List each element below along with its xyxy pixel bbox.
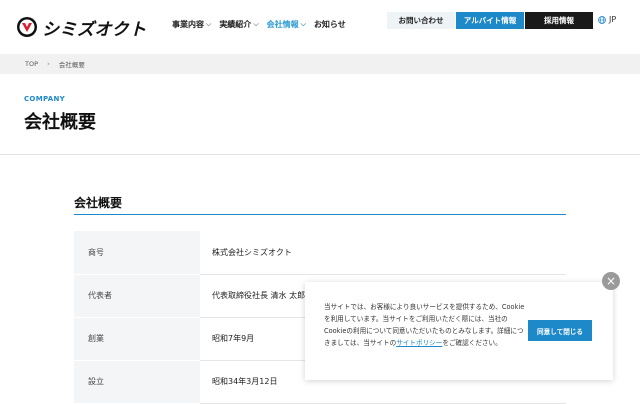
chevron-down-icon: ⌵ (300, 20, 306, 28)
close-icon[interactable]: × (602, 272, 620, 290)
nav-item-works[interactable]: 実績紹介 ⌵ (219, 19, 258, 30)
site-header: シミズオクト 事業内容 ⌵ 実績紹介 ⌵ 会社情報 ⌵ お知らせ お問い合わせ アルバ… (0, 0, 640, 54)
cookie-banner: 当サイトでは、お客様により良いサービスを提供するため、Cookieを利用していま… (305, 282, 613, 380)
nav-item-label: 会社情報 (266, 20, 299, 29)
nav-item-label: 実績紹介 (219, 20, 252, 29)
globe-icon (598, 15, 606, 24)
language-label: JP (609, 15, 617, 24)
row-label: 代表者 (74, 274, 200, 318)
row-label: 創業 (74, 317, 200, 361)
nav-item-business[interactable]: 事業内容 ⌵ (172, 19, 211, 30)
chevron-down-icon: ⌵ (253, 20, 259, 28)
contact-button[interactable]: お問い合わせ (387, 12, 455, 29)
main-nav: 事業内容 ⌵ 実績紹介 ⌵ 会社情報 ⌵ お知らせ (172, 19, 346, 30)
logo-emblem-icon (17, 17, 37, 37)
chevron-down-icon: ⌵ (206, 20, 212, 28)
breadcrumb: TOP › 会社概要 (0, 54, 640, 74)
row-label: 設立 (74, 360, 200, 404)
nav-item-label: 事業内容 (172, 20, 204, 29)
cookie-text-after: をご確認ください。 (442, 339, 502, 347)
row-label: 商号 (74, 231, 200, 275)
site-logo[interactable]: シミズオクト (16, 16, 147, 40)
language-switcher[interactable]: JP (598, 15, 616, 24)
page-heading: COMPANY 会社概要 (0, 74, 640, 155)
recruit-info-button[interactable]: 採用情報 (525, 12, 593, 29)
page-subtitle-en: COMPANY (24, 95, 65, 103)
cookie-message: 当サイトでは、お客様により良いサービスを提供するため、Cookieを利用していま… (324, 301, 530, 349)
table-row: 商号 株式会社シミズオクト (74, 231, 566, 275)
breadcrumb-top-link[interactable]: TOP (25, 60, 38, 68)
breadcrumb-current: 会社概要 (58, 61, 85, 69)
site-policy-link[interactable]: サイトポリシー (396, 339, 442, 347)
logo-text: シミズオクト (42, 19, 147, 40)
part-time-info-button[interactable]: アルバイト情報 (456, 12, 524, 29)
chevron-right-icon: › (47, 60, 50, 68)
page-title: 会社概要 (24, 112, 96, 133)
cookie-agree-button[interactable]: 同意して閉じる (528, 320, 592, 341)
section-divider (74, 214, 566, 215)
nav-item-news[interactable]: お知らせ (314, 19, 346, 30)
row-value: 株式会社シミズオクト (200, 231, 566, 275)
nav-item-company[interactable]: 会社情報 ⌵ (267, 19, 306, 30)
section-title: 会社概要 (74, 196, 123, 210)
nav-item-label: お知らせ (313, 20, 346, 29)
